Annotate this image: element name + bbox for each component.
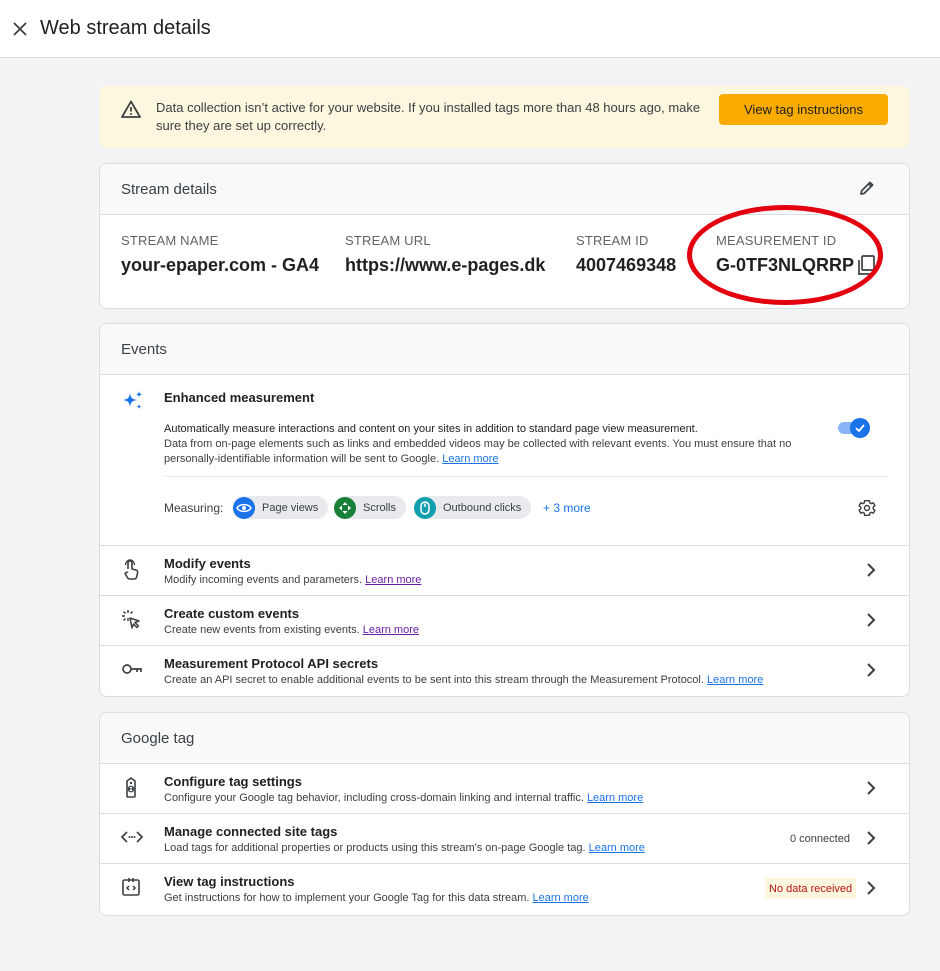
row-subtitle: Modify incoming events and parameters. L… (164, 574, 421, 586)
connected-count-status: 0 connected (790, 833, 850, 845)
chevron-right-icon (867, 781, 876, 795)
enhanced-measurement-learn-more[interactable]: Learn more (442, 453, 498, 465)
row-subtitle: Create an API secret to enable additiona… (164, 674, 763, 686)
measurement-id-field: MEASUREMENT ID G-0TF3NLQRRP (716, 233, 854, 276)
divider (164, 476, 888, 477)
chip-label: Scrolls (363, 501, 397, 514)
view-tag-instructions-row[interactable]: View tag instructions Get instructions f… (100, 864, 909, 914)
chip-scrolls: Scrolls (334, 496, 407, 519)
stream-id-value: 4007469348 (576, 255, 677, 275)
enhanced-measurement-desc-strong: Automatically measure interactions and c… (164, 423, 698, 435)
warning-icon (121, 100, 141, 118)
chip-page-views: Page views (233, 496, 329, 519)
learn-more-link[interactable]: Learn more (532, 892, 588, 904)
measurement-id-label: MEASUREMENT ID (716, 233, 837, 248)
create-custom-events-row[interactable]: Create custom events Create new events f… (100, 596, 909, 646)
banner-text: Data collection isn’t active for your we… (156, 100, 701, 133)
stream-id-field: STREAM ID 4007469348 (576, 233, 676, 276)
stream-name-label: STREAM NAME (121, 233, 219, 248)
row-title: Manage connected site tags (164, 824, 338, 839)
top-bar: Web stream details (0, 0, 940, 58)
mouse-icon (414, 496, 436, 519)
eye-icon (233, 496, 255, 519)
enhanced-measurement-description: Automatically measure interactions and c… (164, 422, 824, 467)
chip-outbound-clicks: Outbound clicks (414, 496, 532, 519)
chip-label: Page views (262, 501, 319, 514)
row-title: Measurement Protocol API secrets (164, 656, 379, 671)
stream-details-title: Stream details (121, 180, 217, 198)
measurement-id-value: G-0TF3NLQRRP (716, 255, 855, 275)
row-title: View tag instructions (164, 874, 295, 889)
close-button[interactable] (0, 9, 40, 49)
row-subtitle-text: Load tags for additional properties or p… (164, 842, 586, 854)
stream-name-field: STREAM NAME your-epaper.com - GA4 (121, 233, 319, 276)
chevron-right-icon (867, 881, 876, 895)
manage-connected-site-tags-row[interactable]: Manage connected site tags Load tags for… (100, 814, 909, 864)
row-title: Configure tag settings (164, 774, 302, 789)
chevron-right-icon (867, 613, 876, 627)
stream-id-label: STREAM ID (576, 233, 649, 248)
chevron-right-icon (867, 563, 876, 577)
enhanced-measurement-toggle[interactable] (838, 418, 870, 438)
learn-more-link[interactable]: Learn more (363, 624, 419, 636)
stream-url-value: https://www.e-pages.dk (345, 255, 546, 275)
touch-icon (124, 559, 139, 580)
no-data-status-badge: No data received (765, 878, 857, 899)
events-card: Events Enhanced measurement Automaticall… (99, 323, 910, 697)
stream-details-card: Stream details STREAM NAME your-epaper.c… (99, 163, 910, 309)
sparkle-icon (123, 391, 143, 410)
stream-name-value: your-epaper.com - GA4 (121, 255, 320, 275)
measurement-protocol-row[interactable]: Measurement Protocol API secrets Create … (100, 646, 909, 696)
enhanced-measurement-title: Enhanced measurement (164, 390, 315, 405)
warning-banner: Data collection isn’t active for your we… (99, 86, 910, 148)
learn-more-link[interactable]: Learn more (589, 842, 645, 854)
learn-more-link[interactable]: Learn more (587, 792, 643, 804)
row-subtitle: Configure your Google tag behavior, incl… (164, 792, 643, 804)
key-icon (122, 664, 142, 674)
scroll-icon (334, 496, 356, 519)
copy-icon[interactable] (857, 255, 875, 275)
stream-details-header: Stream details (100, 164, 909, 215)
stream-details-columns: STREAM NAME your-epaper.com - GA4 STREAM… (100, 215, 909, 308)
code-arrows-icon (121, 831, 143, 843)
toggle-knob (850, 418, 870, 438)
google-tag-header: Google tag (100, 713, 909, 764)
gear-icon[interactable] (857, 498, 877, 518)
row-subtitle: Load tags for additional properties or p… (164, 842, 645, 854)
row-subtitle: Get instructions for how to implement yo… (164, 892, 589, 904)
page-title: Web stream details (40, 17, 211, 39)
tag-icon (126, 777, 136, 798)
row-subtitle-text: Get instructions for how to implement yo… (164, 892, 530, 904)
google-tag-card: Google tag Configure tag settings Config… (99, 712, 910, 916)
edit-icon[interactable] (858, 179, 876, 197)
chip-label: Outbound clicks (443, 501, 522, 514)
sparkle-cursor-icon (122, 610, 140, 629)
events-header: Events (100, 324, 909, 375)
chevron-right-icon (867, 831, 876, 845)
stream-url-field: STREAM URL https://www.e-pages.dk (345, 233, 545, 276)
view-tag-instructions-button[interactable]: View tag instructions (719, 94, 888, 125)
row-title: Modify events (164, 556, 251, 571)
google-tag-title: Google tag (121, 729, 195, 747)
row-subtitle-text: Create an API secret to enable additiona… (164, 674, 704, 686)
modify-events-row[interactable]: Modify events Modify incoming events and… (100, 546, 909, 596)
more-measurements-link[interactable]: + 3 more (543, 501, 591, 515)
learn-more-link[interactable]: Learn more (707, 674, 763, 686)
chevron-right-icon (867, 663, 876, 677)
check-icon (855, 424, 865, 433)
measuring-label: Measuring: (164, 501, 224, 515)
configure-tag-settings-row[interactable]: Configure tag settings Configure your Go… (100, 764, 909, 814)
learn-more-link[interactable]: Learn more (365, 574, 421, 586)
code-box-icon (122, 878, 140, 896)
close-icon (13, 21, 27, 36)
stream-url-label: STREAM URL (345, 233, 431, 248)
row-subtitle-text: Configure your Google tag behavior, incl… (164, 792, 584, 804)
enhanced-measurement-section: Enhanced measurement Automatically measu… (100, 375, 909, 546)
row-subtitle-text: Modify incoming events and parameters. (164, 574, 363, 586)
row-subtitle-text: Create new events from existing events. (164, 624, 360, 636)
row-title: Create custom events (164, 606, 300, 621)
events-title: Events (121, 340, 167, 358)
row-subtitle: Create new events from existing events. … (164, 624, 419, 636)
